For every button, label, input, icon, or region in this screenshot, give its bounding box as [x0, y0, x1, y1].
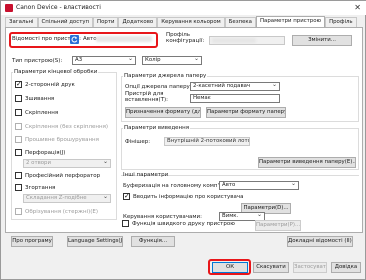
apply-button[interactable]: Застосувати	[293, 262, 327, 273]
finishing-group-title: Параметри кінцевої обробки	[13, 69, 99, 75]
window-title: Canon Device - властивості	[16, 4, 101, 11]
tab-security[interactable]: Безпека	[224, 17, 256, 27]
perforation-select[interactable]: 2 отвори	[23, 159, 111, 168]
finisher-field[interactable]: Внутрішній 2-потоковий лоток	[164, 137, 250, 146]
close-icon[interactable]: ✕	[354, 3, 361, 12]
finisher-label: Фінішер:	[125, 139, 151, 145]
tab-strip: Загальні Спільний доступ Порти Додатково…	[5, 16, 357, 27]
folding-select[interactable]: Складання Z-подібне	[23, 194, 111, 203]
refresh-icon[interactable]	[70, 35, 79, 44]
details-button[interactable]: Докладні відомості (II)...	[287, 236, 353, 247]
saddle-no-staple-checkbox[interactable]	[15, 123, 22, 130]
tab-ports[interactable]: Порти	[93, 17, 119, 27]
pro-punch-label: Професійний перфоратор	[25, 173, 101, 179]
device-info-mode-value: Авто	[83, 36, 97, 42]
paper-source-group-title: Параметри джерела паперу	[123, 73, 208, 79]
device-name-redacted	[96, 36, 152, 42]
insert-device-field[interactable]: Немає	[190, 94, 280, 103]
paper-options-label: Опції джерела паперу(B):	[125, 84, 200, 90]
insert-device-label: Пристрій для вставлення(T):	[125, 91, 168, 103]
user-info-checkbox[interactable]	[123, 192, 130, 200]
language-settings-button[interactable]: Language Settings(J)...	[67, 236, 123, 247]
duplex-label: 2-сторонній друк	[25, 82, 75, 88]
paper-options-select[interactable]: 2-касетний подавач	[190, 82, 280, 91]
perforation-label: Перфорація(J)	[25, 150, 66, 156]
output-group-title: Параметри виведення	[123, 125, 191, 131]
output-paper-settings-button[interactable]: Параметри виведення паперу(E)...	[258, 157, 356, 168]
change-profile-button[interactable]: Змінити...	[292, 35, 352, 46]
saddle-checkbox[interactable]	[15, 109, 22, 116]
trim-label: Обрізування (стержні)(E)	[25, 209, 99, 215]
profile-name-redacted	[212, 38, 256, 43]
perforation-checkbox[interactable]	[15, 149, 22, 156]
trim-checkbox[interactable]	[15, 208, 22, 215]
user-info-label: Вводить інформацію про користувача	[133, 194, 244, 200]
tab-sharing[interactable]: Спільний доступ	[37, 17, 94, 27]
punch-fold-checkbox[interactable]	[15, 136, 22, 143]
tab-profile[interactable]: Профіль	[325, 17, 357, 27]
ok-button[interactable]: ОК	[212, 262, 248, 273]
punch-fold-label: Прошивне брошурування	[25, 137, 99, 143]
color-mode-select[interactable]: Колір	[142, 56, 202, 65]
tab-advanced[interactable]: Додатково	[118, 17, 158, 27]
duplex-checkbox[interactable]	[15, 80, 22, 88]
paper-size-select[interactable]: A3	[72, 56, 136, 65]
quick-print-label: Функція швидкого друку пристрою	[132, 221, 235, 227]
about-button[interactable]: Про програму	[11, 236, 53, 247]
device-settings-panel: Відомості про пристрій: Авто Профіль кон…	[5, 27, 363, 233]
title-bar: Canon Device - властивості ✕	[1, 1, 366, 15]
stapling-checkbox[interactable]	[15, 95, 22, 102]
printer-properties-window: Canon Device - властивості ✕ Загальні Сп…	[0, 0, 366, 280]
quick-print-checkbox-visible[interactable]	[122, 220, 129, 227]
cancel-button[interactable]: Скасувати	[253, 262, 289, 273]
saddle-no-staple-label: Скріплення (без скріплення)	[25, 124, 109, 130]
paper-format-settings-button[interactable]: Параметри формату паперу(E)...	[206, 107, 286, 118]
tab-color-management[interactable]: Керування кольором	[157, 17, 225, 27]
paper-type-label: Тип пристрою(S):	[12, 58, 63, 64]
saddle-label: Скріплення	[25, 110, 59, 116]
help-button[interactable]: Довідка	[331, 262, 361, 273]
other-params-title: Інші параметри	[123, 172, 169, 178]
functions-button[interactable]: Функція...	[131, 236, 175, 247]
tab-device-settings[interactable]: Параметри пристрою	[256, 16, 326, 27]
profile-config-label: Профіль конфігурації:	[166, 32, 205, 44]
folding-label: Згортання	[25, 185, 56, 191]
spool-select[interactable]: Авто	[219, 181, 299, 190]
tab-general[interactable]: Загальні	[5, 17, 38, 27]
user-management-label: Керування користувачами:	[123, 214, 202, 220]
format-assignment-button[interactable]: Призначення формату (для...	[125, 107, 201, 118]
pro-punch-checkbox[interactable]	[15, 172, 22, 179]
stapling-label: Зшивання	[25, 96, 55, 102]
user-management-params-button[interactable]: Параметри(P)...	[255, 220, 301, 231]
folding-checkbox[interactable]	[15, 184, 22, 191]
printer-app-icon	[5, 4, 13, 12]
